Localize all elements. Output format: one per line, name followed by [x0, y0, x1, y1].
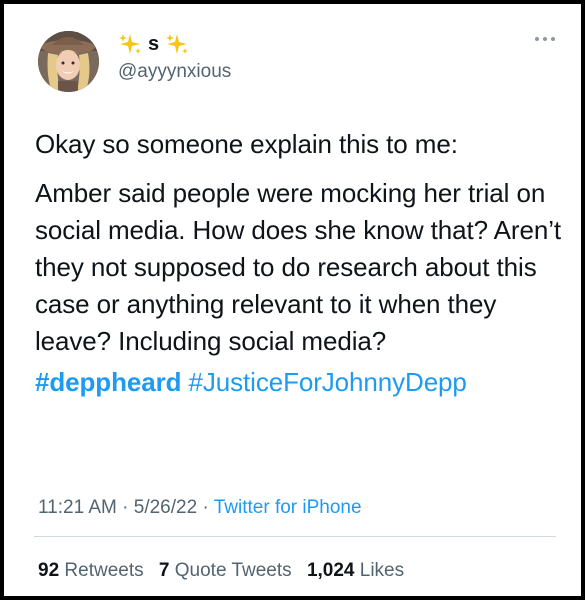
hashtag-deppheard[interactable]: #deppheard	[35, 367, 181, 397]
tweet-meta: 11:21 AM · 5/26/22 · Twitter for iPhone	[38, 497, 362, 519]
tweet-card: s @ayyynxious Okay so someone explain th…	[4, 4, 581, 596]
tweet-time[interactable]: 11:21 AM	[38, 497, 117, 518]
sparkles-icon	[119, 34, 141, 54]
quote-tweets-stat[interactable]: 7 Quote Tweets	[159, 560, 292, 581]
divider	[34, 536, 556, 537]
separator: ·	[202, 497, 209, 518]
separator: ·	[122, 497, 129, 518]
tweet-paragraph-2: Amber said people were mocking her trial…	[35, 178, 561, 356]
dot	[551, 37, 555, 41]
tweet-paragraph-1: Okay so someone explain this to me:	[35, 129, 458, 159]
tweet-date[interactable]: 5/26/22	[134, 497, 197, 518]
likes-stat[interactable]: 1,024 Likes	[307, 560, 404, 581]
tweet-text: Okay so someone explain this to me: Ambe…	[35, 126, 565, 401]
retweets-stat[interactable]: 92 Retweets	[38, 560, 144, 581]
author-name-row[interactable]: s	[118, 29, 189, 59]
engagement-stats: 92 Retweets 7 Quote Tweets 1,024 Likes	[38, 560, 414, 582]
dot	[543, 37, 547, 41]
hashtags: #deppheard #JusticeForJohnnyDepp	[35, 364, 565, 401]
tweet-source[interactable]: Twitter for iPhone	[214, 497, 362, 518]
author-handle[interactable]: @ayyynxious	[118, 61, 231, 83]
sparkles-icon	[166, 34, 189, 54]
avatar-image	[38, 31, 99, 92]
more-options-icon[interactable]	[532, 32, 558, 46]
dot	[535, 37, 539, 41]
hashtag-justiceforjohnnydepp[interactable]: #JusticeForJohnnyDepp	[189, 367, 467, 397]
avatar[interactable]	[38, 31, 99, 92]
display-name[interactable]: s	[148, 34, 159, 54]
